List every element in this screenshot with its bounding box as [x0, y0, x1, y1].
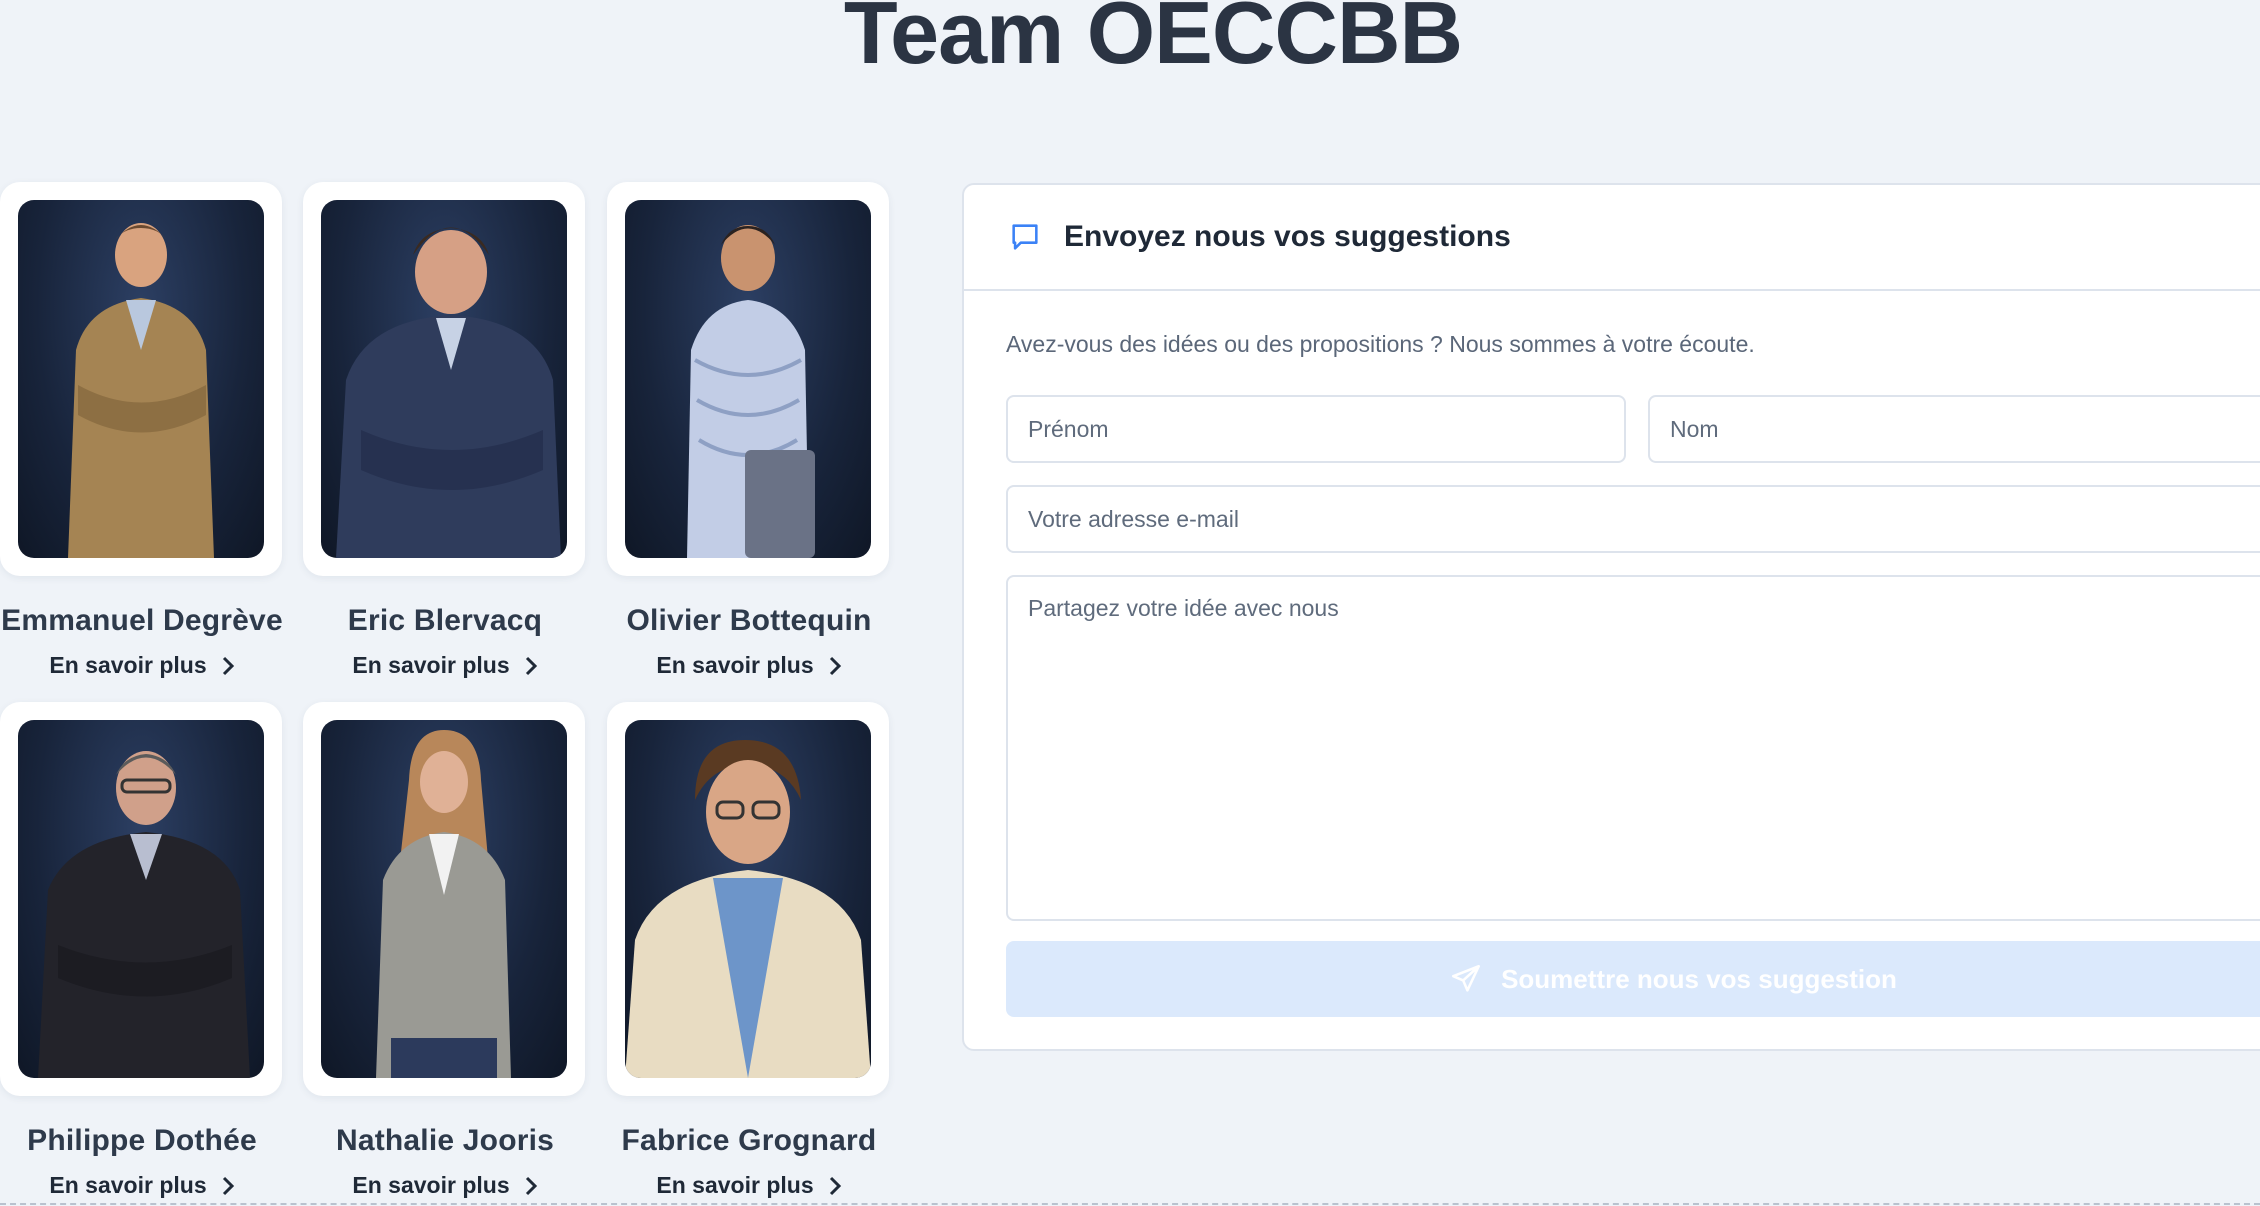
learn-more-label: En savoir plus	[49, 652, 207, 678]
member-name: Fabrice Grognard	[621, 1124, 877, 1157]
member-photo-frame[interactable]	[0, 702, 282, 1096]
section-divider	[0, 1203, 2260, 1205]
team-card: Philippe Dothée En savoir plus	[0, 702, 284, 1199]
learn-more-label: En savoir plus	[352, 652, 510, 678]
member-photo	[321, 200, 567, 558]
learn-more-label: En savoir plus	[656, 652, 814, 678]
member-photo	[321, 720, 567, 1078]
learn-more-label: En savoir plus	[352, 1172, 510, 1198]
chevron-right-icon	[525, 656, 537, 675]
portrait-illustration	[38, 751, 250, 1078]
member-name: Nathalie Jooris	[335, 1124, 555, 1157]
portrait-illustration	[687, 225, 815, 558]
submit-label: Soumettre nous vos suggestion	[1501, 963, 1897, 994]
member-photo-frame[interactable]	[303, 182, 585, 576]
submit-button[interactable]: Soumettre nous vos suggestion	[1006, 941, 2260, 1017]
member-photo	[18, 720, 264, 1078]
member-name: Olivier Bottequin	[626, 604, 872, 637]
chevron-right-icon	[222, 656, 234, 675]
team-card: Nathalie Jooris En savoir plus	[303, 702, 587, 1199]
email-field[interactable]	[1006, 485, 2260, 553]
portrait-illustration	[68, 223, 214, 558]
learn-more-link[interactable]: En savoir plus	[656, 1172, 841, 1199]
member-photo-frame[interactable]	[0, 182, 282, 576]
message-textarea[interactable]	[1006, 575, 2260, 921]
portrait-illustration	[625, 740, 871, 1078]
page-title: Team OECCBB	[843, 0, 1463, 82]
team-card: Eric Blervacq En savoir plus	[303, 182, 587, 679]
chevron-right-icon	[222, 1176, 234, 1195]
member-photo	[625, 200, 871, 558]
member-photo	[625, 720, 871, 1078]
learn-more-label: En savoir plus	[656, 1172, 814, 1198]
member-photo-frame[interactable]	[303, 702, 585, 1096]
learn-more-label: En savoir plus	[49, 1172, 207, 1198]
member-photo-frame[interactable]	[607, 182, 889, 576]
member-photo	[18, 200, 264, 558]
suggestions-header: Envoyez nous vos suggestions	[964, 185, 2260, 291]
chat-bubble-icon	[1012, 224, 1038, 250]
learn-more-link[interactable]: En savoir plus	[656, 652, 841, 679]
learn-more-link[interactable]: En savoir plus	[49, 1172, 234, 1199]
chevron-right-icon	[829, 1176, 841, 1195]
member-photo-frame[interactable]	[607, 702, 889, 1096]
team-card: Fabrice Grognard En savoir plus	[607, 702, 891, 1199]
member-name: Philippe Dothée	[27, 1124, 257, 1157]
portrait-illustration	[376, 730, 511, 1078]
suggestions-panel: Envoyez nous vos suggestions Avez-vous d…	[962, 183, 2260, 1051]
portrait-illustration	[336, 227, 561, 558]
chevron-right-icon	[829, 656, 841, 675]
team-card: Olivier Bottequin En savoir plus	[607, 182, 891, 679]
send-icon	[1452, 964, 1481, 992]
member-name: Eric Blervacq	[347, 604, 543, 637]
suggestions-title: Envoyez nous vos suggestions	[1064, 220, 1511, 253]
learn-more-link[interactable]: En savoir plus	[352, 652, 537, 679]
learn-more-link[interactable]: En savoir plus	[352, 1172, 537, 1199]
suggestions-subtitle: Avez-vous des idées ou des propositions …	[1006, 331, 1755, 357]
learn-more-link[interactable]: En savoir plus	[49, 652, 234, 679]
team-card: Emmanuel Degrève En savoir plus	[0, 182, 284, 679]
member-name: Emmanuel Degrève	[1, 604, 283, 637]
chevron-right-icon	[525, 1176, 537, 1195]
lastname-field[interactable]	[1648, 395, 2260, 463]
firstname-field[interactable]	[1006, 395, 1626, 463]
